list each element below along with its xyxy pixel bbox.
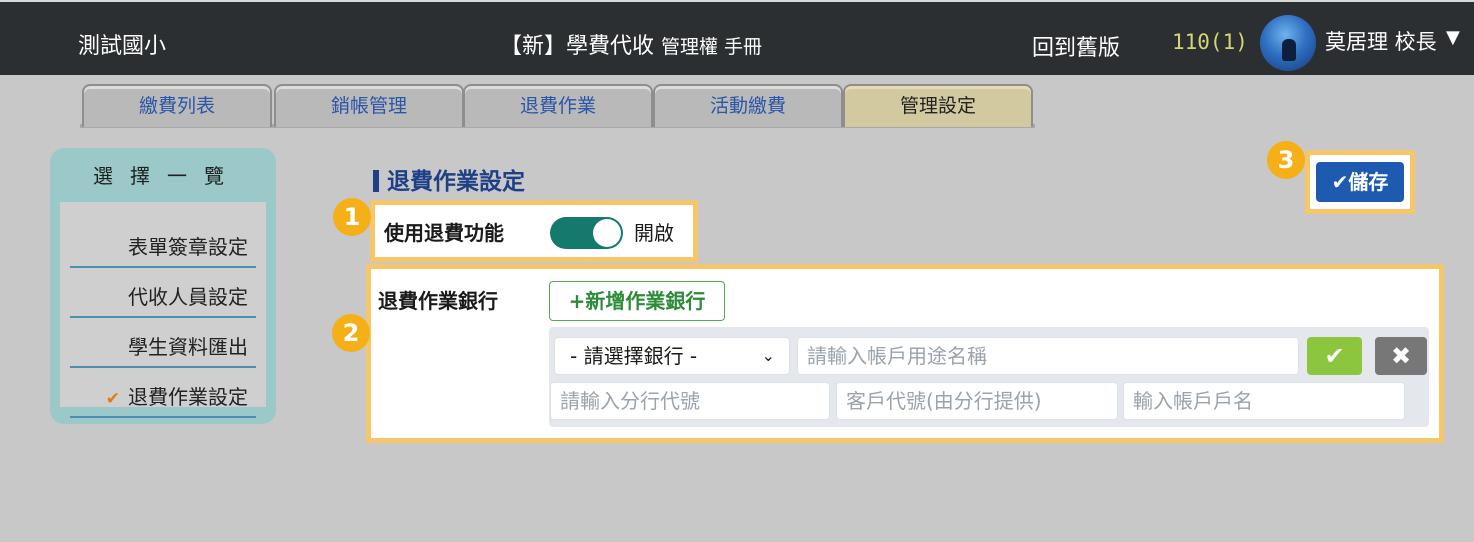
- page-title-text: 退費作業設定: [387, 169, 525, 195]
- sidebar-title: 選擇一覽: [93, 164, 241, 188]
- tab-activity-payment[interactable]: 活動繳費: [653, 84, 843, 127]
- title-bar-marker: [373, 170, 379, 192]
- sidebar-item-collector-settings[interactable]: 代收人員設定: [70, 270, 256, 318]
- sidebar-item-label: 代收人員設定: [128, 285, 248, 309]
- branch-code-input[interactable]: 請輸入分行代號: [550, 382, 830, 420]
- term-selector[interactable]: 110(1): [1172, 30, 1248, 54]
- avatar[interactable]: [1260, 15, 1316, 71]
- add-bank-button[interactable]: +新增作業銀行: [549, 281, 725, 321]
- sidebar-item-refund-settings[interactable]: ✔ 退費作業設定: [70, 370, 256, 418]
- toggle-knob: [593, 219, 621, 247]
- sidebar-item-label: 退費作業設定: [128, 385, 248, 409]
- account-purpose-input[interactable]: 請輸入帳戶用途名稱: [797, 337, 1299, 375]
- sidebar-item-label: 表單簽章設定: [128, 235, 248, 259]
- confirm-bank-button[interactable]: ✔: [1307, 337, 1362, 375]
- save-button[interactable]: ✔儲存: [1316, 162, 1404, 202]
- refund-function-toggle[interactable]: [550, 217, 623, 249]
- sidebar-item-student-export[interactable]: 學生資料匯出: [70, 320, 256, 368]
- annotation-badge-3: 3: [1267, 141, 1305, 179]
- bank-select-value: - 請選擇銀行 -: [570, 344, 698, 368]
- annotation-badge-1: 1: [333, 198, 371, 236]
- customer-code-input[interactable]: 客戶代號(由分行提供): [836, 382, 1118, 420]
- tab-payment-list[interactable]: 繳費列表: [82, 84, 272, 127]
- tab-writeoff[interactable]: 銷帳管理: [274, 84, 464, 127]
- bank-select[interactable]: - 請選擇銀行 - ⌄: [554, 337, 790, 375]
- sidebar-item-form-signature[interactable]: 表單簽章設定: [70, 220, 256, 268]
- app-title-subtitle: 管理權 手冊: [661, 36, 763, 58]
- tab-management-settings[interactable]: 管理設定: [843, 84, 1033, 127]
- chevron-down-icon: ⌄: [761, 346, 775, 365]
- bank-form-panel: - 請選擇銀行 - ⌄ 請輸入帳戶用途名稱 ✔ ✖ 請輸入分行代號 客戶代號(由…: [549, 327, 1429, 427]
- annotation-badge-2: 2: [332, 314, 370, 352]
- sidebar-menu: 表單簽章設定 代收人員設定 學生資料匯出 ✔ 退費作業設定: [60, 202, 266, 418]
- top-bar: 測試國小 【新】學費代收 管理權 手冊 回到舊版 110(1) 莫居理 校長 ▼: [0, 0, 1474, 75]
- page-title: 退費作業設定: [373, 162, 525, 196]
- tab-refund[interactable]: 退費作業: [463, 84, 653, 127]
- sidebar: 選擇一覽 表單簽章設定 代收人員設定 學生資料匯出 ✔ 退費作業設定: [50, 148, 276, 424]
- refund-bank-label: 退費作業銀行: [378, 289, 498, 313]
- toggle-state-text: 開啟: [634, 221, 674, 245]
- check-icon: ✔: [105, 389, 120, 409]
- sidebar-item-label: 學生資料匯出: [128, 335, 248, 359]
- app-title: 【新】學費代收 管理權 手冊: [500, 28, 762, 60]
- account-name-input[interactable]: 輸入帳戶戶名: [1123, 382, 1405, 420]
- back-to-old-version-link[interactable]: 回到舊版: [1032, 30, 1120, 62]
- school-name: 測試國小: [78, 34, 167, 59]
- refund-function-label: 使用退費功能: [384, 221, 504, 245]
- app-title-main: 【新】學費代收: [500, 34, 655, 59]
- chevron-down-icon[interactable]: ▼: [1446, 27, 1460, 48]
- user-name[interactable]: 莫居理 校長: [1325, 26, 1437, 56]
- cancel-bank-button[interactable]: ✖: [1375, 337, 1427, 375]
